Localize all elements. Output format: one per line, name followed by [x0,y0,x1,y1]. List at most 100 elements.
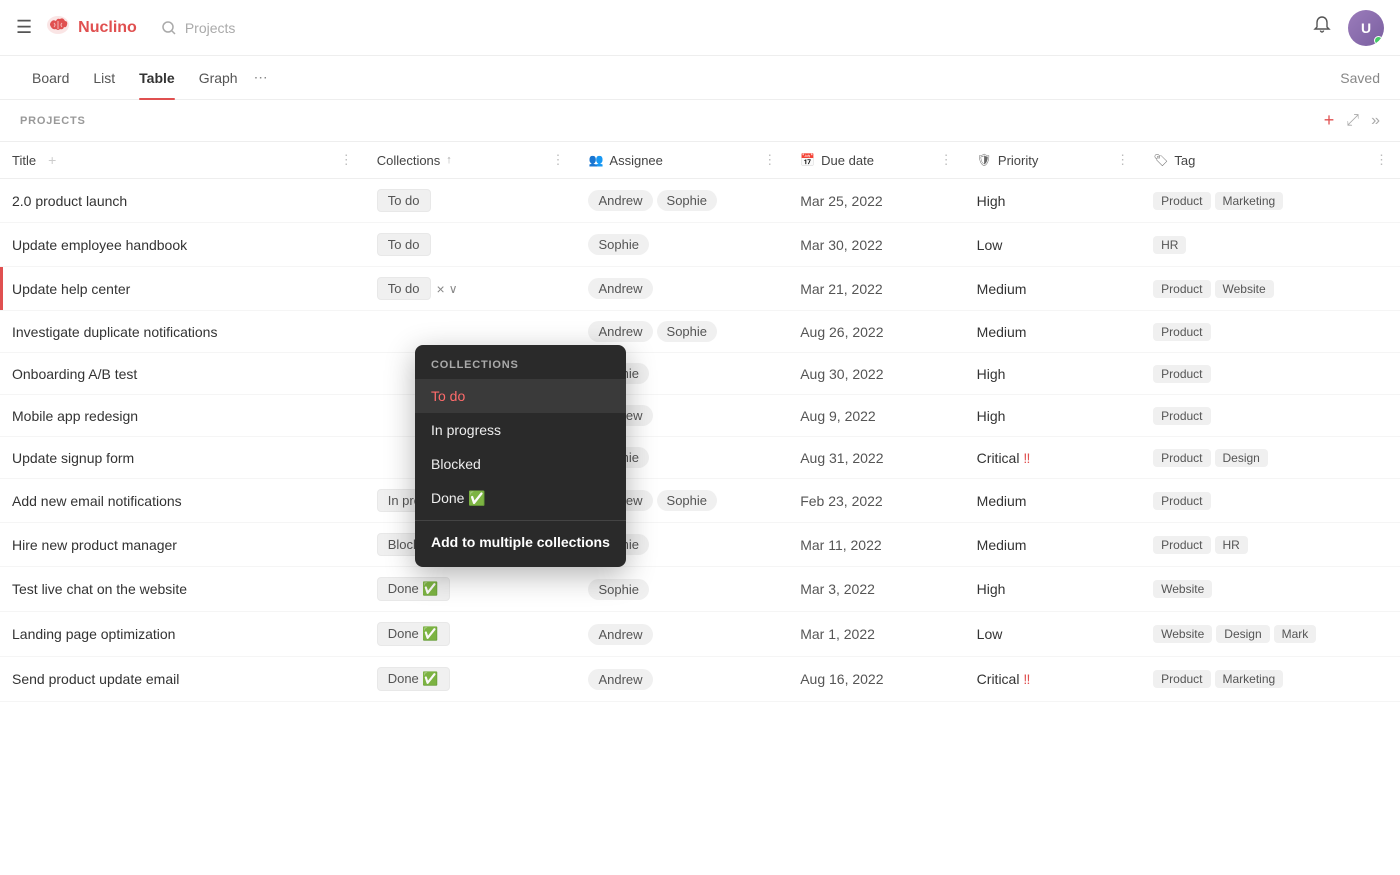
more-options-icon[interactable]: ⋯ [254,69,268,86]
row-title[interactable]: Update employee handbook [12,237,187,253]
table-body: 2.0 product launchTo doAndrewSophieMar 2… [0,179,1400,702]
collections-sort-icon[interactable]: ↑ [446,154,452,166]
row-title[interactable]: Add new email notifications [12,493,182,509]
duedate-icon: 📅 [800,153,815,167]
dropdown-item[interactable]: To do [415,379,626,413]
row-title[interactable]: Send product update email [12,671,179,687]
priority-col-label: Priority [998,153,1038,168]
assignee-more-icon[interactable]: ⋮ [763,152,776,168]
row-priority: Medium [965,267,1141,311]
title-more-icon[interactable]: ⋮ [340,152,353,168]
row-priority: Critical ‼ [965,437,1141,479]
compress-icon[interactable]: ⤢ [1346,112,1359,130]
table-container: Title + ⋮ Collections ↑ ⋮ [0,142,1400,875]
table-row: Update signup formSophieAug 31, 2022Crit… [0,437,1400,479]
tag-pill: Product [1153,407,1210,425]
row-priority: High [965,567,1141,612]
row-assignee[interactable]: Andrew [576,267,788,311]
collection-expand-icon[interactable]: ∨ [449,282,458,296]
dropdown-item[interactable]: Done ✅ [415,481,626,516]
collections-more-icon[interactable]: ⋮ [551,152,564,168]
row-tags: WebsiteDesignMark [1141,612,1400,657]
title-col-label: Title [12,153,36,168]
dropdown-items: To doIn progressBlockedDone ✅ [415,379,626,516]
row-priority: Medium [965,479,1141,523]
dropdown-item[interactable]: Blocked [415,447,626,481]
search-bar[interactable]: Projects [161,20,236,36]
assignee-pill: Sophie [657,321,717,342]
avatar-online-dot [1374,36,1383,45]
row-assignee[interactable]: Sophie [576,223,788,267]
row-title[interactable]: Mobile app redesign [12,408,138,424]
nav-right: U [1312,10,1384,46]
row-title[interactable]: Onboarding A/B test [12,366,137,382]
duedate-col-label: Due date [821,153,874,168]
row-collection[interactable]: To do [365,223,577,267]
row-due-date: Aug 30, 2022 [788,353,964,395]
dropdown-add-multiple[interactable]: Add to multiple collections [415,525,626,559]
row-collection[interactable]: To do [365,179,577,223]
dropdown-item[interactable]: In progress [415,413,626,447]
row-due-date: Feb 23, 2022 [788,479,964,523]
tab-board[interactable]: Board [20,56,81,100]
tag-pill: Website [1153,580,1212,598]
priority-more-icon[interactable]: ⋮ [1116,152,1129,168]
row-assignee[interactable]: AndrewSophie [576,179,788,223]
row-priority: High [965,179,1141,223]
duedate-more-icon[interactable]: ⋮ [940,152,953,168]
top-nav: ☰ Nuclino Projects U [0,0,1400,56]
row-title[interactable]: Investigate duplicate notifications [12,324,217,340]
bell-icon[interactable] [1312,15,1332,40]
tag-pill: Design [1216,625,1269,643]
row-due-date: Mar 1, 2022 [788,612,964,657]
row-collection[interactable]: Done ✅ [365,657,577,702]
search-placeholder: Projects [185,20,236,36]
row-title[interactable]: Hire new product manager [12,537,177,553]
row-priority: Medium [965,523,1141,567]
row-tags: ProductWebsite [1141,267,1400,311]
row-priority: Critical ‼ [965,657,1141,702]
row-collection[interactable]: Done ✅ [365,567,577,612]
brain-icon [44,14,72,42]
table-row: Test live chat on the website Done ✅ Sophi… [0,567,1400,612]
row-title[interactable]: Test live chat on the website [12,581,187,597]
tag-pill: Marketing [1215,670,1284,688]
avatar[interactable]: U [1348,10,1384,46]
tab-table[interactable]: Table [127,56,187,100]
row-assignee[interactable]: Andrew [576,657,788,702]
assignee-pill: Andrew [588,624,652,645]
tag-pill: Website [1215,280,1274,298]
col-title: Title + ⋮ [0,142,365,179]
col-tag: 🏷 Tag ⋮ [1141,142,1400,179]
row-tags: HR [1141,223,1400,267]
row-due-date: Mar 21, 2022 [788,267,964,311]
row-collection[interactable]: To do×∨ [365,267,577,311]
tag-more-icon[interactable]: ⋮ [1375,152,1388,168]
assignee-pill: Sophie [657,490,717,511]
row-highlight-bar [0,267,3,310]
row-title[interactable]: Update help center [12,281,130,297]
dropdown-title: COLLECTIONS [415,353,626,379]
collapse-icon[interactable]: » [1371,112,1380,130]
row-title[interactable]: Update signup form [12,450,134,466]
row-title[interactable]: Landing page optimization [12,626,175,642]
tag-pill: Product [1153,192,1210,210]
row-tags: Product [1141,395,1400,437]
tab-list[interactable]: List [81,56,127,100]
add-field-icon[interactable]: + [1324,110,1335,131]
tab-graph[interactable]: Graph [187,56,250,100]
hamburger-icon[interactable]: ☰ [16,17,32,38]
row-title[interactable]: 2.0 product launch [12,193,127,209]
col-assignee: 👥 Assignee ⋮ [576,142,788,179]
table-row: Onboarding A/B testSophieAug 30, 2022Hig… [0,353,1400,395]
row-assignee[interactable]: Sophie [576,567,788,612]
collection-edit-row: Done ✅ [377,577,565,601]
col-priority: 🛡 Priority ⋮ [965,142,1141,179]
table-row: 2.0 product launchTo doAndrewSophieMar 2… [0,179,1400,223]
row-collection[interactable]: Done ✅ [365,612,577,657]
collection-remove-icon[interactable]: × [437,281,445,297]
title-add-icon[interactable]: + [48,152,56,168]
row-assignee[interactable]: Andrew [576,612,788,657]
tag-pill: Design [1215,449,1268,467]
collection-edit-row: Done ✅ [377,622,565,646]
